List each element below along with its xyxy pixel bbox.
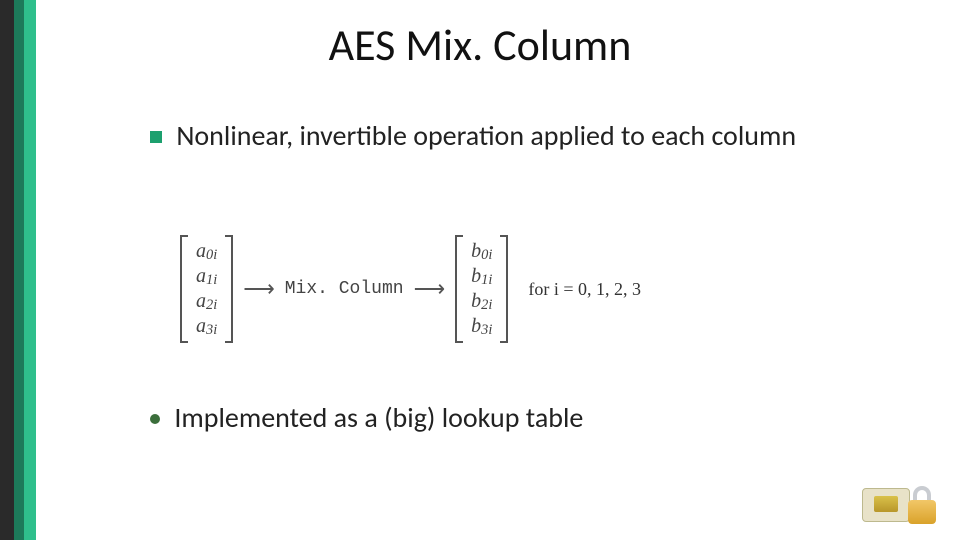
arrow-right-icon: ⟶ [414,276,446,302]
body-text: Nonlinear, invertible operation applied … [150,120,870,152]
right-bracket-icon [500,235,508,343]
bullet1-text: Nonlinear, invertible operation applied … [176,118,796,153]
disc-bullet-icon [150,414,160,424]
chip-and-lock-graphic [862,474,942,526]
left-bracket-icon [180,235,188,343]
input-vector: a0i a1i a2i a3i [180,235,233,343]
square-bullet-icon [150,131,162,143]
bullet-implemented: Implemented as a (big) lookup table [150,400,870,435]
left-bracket-icon [455,235,463,343]
output-vector: b0i b1i b2i b3i [455,235,508,343]
rail-stripe-light-green [24,0,36,540]
chip-contact-icon [874,496,898,512]
mixcolumn-label: Mix. Column [285,279,404,299]
slide-title: AES Mix. Column [0,18,960,72]
rail-stripe-dark-green [14,0,24,540]
rail-stripe-black [0,0,14,540]
output-vector-entries: b0i b1i b2i b3i [463,235,500,343]
input-vector-entries: a0i a1i a2i a3i [188,235,225,343]
mixcolumn-equation: a0i a1i a2i a3i ⟶ Mix. Column ⟶ b0i b1i … [180,235,820,343]
padlock-icon [908,500,936,524]
left-accent-rail [0,0,50,540]
index-range: for i = 0, 1, 2, 3 [528,279,641,300]
bullet2-text: Implemented as a (big) lookup table [174,400,583,435]
arrow-right-icon: ⟶ [243,276,275,302]
right-bracket-icon [225,235,233,343]
bullet-nonlinear: Nonlinear, invertible operation applied … [150,120,870,152]
